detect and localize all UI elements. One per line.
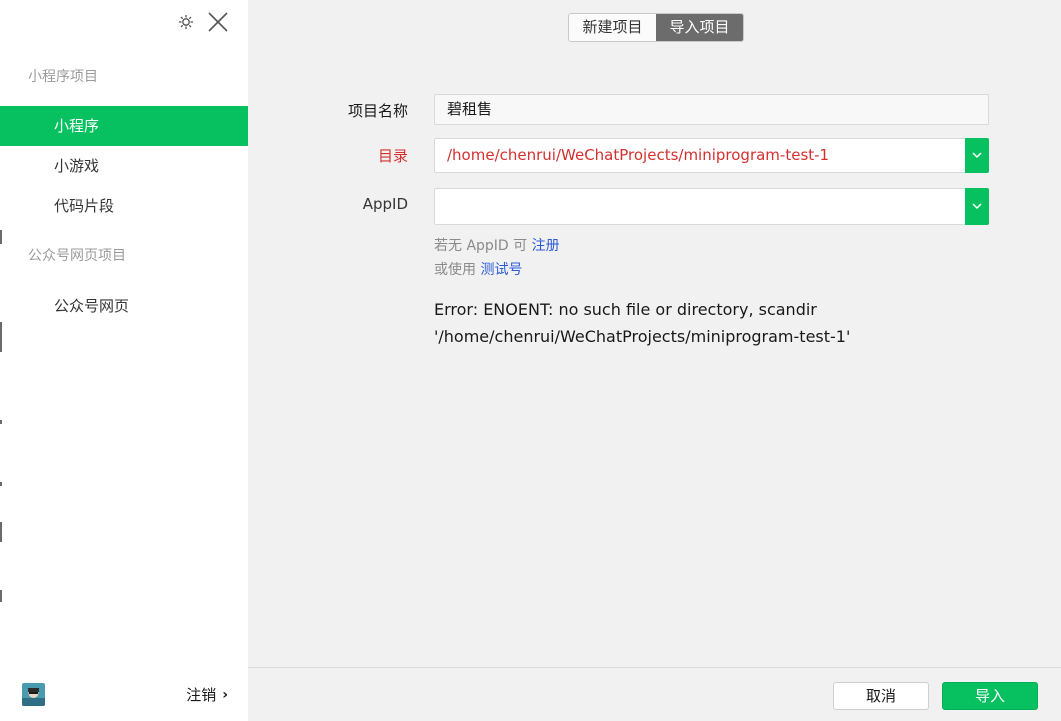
sidebar-item-code-snippet[interactable]: 代码片段 bbox=[0, 186, 248, 226]
logout-button[interactable]: 注销 › bbox=[186, 684, 228, 705]
footer: 取消 导入 bbox=[248, 667, 1061, 721]
chevron-down-icon bbox=[972, 203, 982, 210]
error-line-2: '/home/chenrui/WeChatProjects/miniprogra… bbox=[434, 327, 851, 346]
gear-icon[interactable] bbox=[178, 14, 194, 30]
sidebar: 小程序项目 小程序 小游戏 代码片段 公众号网页项目 公众号网页 注销 › bbox=[0, 0, 248, 721]
close-icon[interactable] bbox=[206, 10, 230, 34]
sidebar-item-official-webpage[interactable]: 公众号网页 bbox=[0, 286, 248, 326]
project-name-value: 碧租售 bbox=[447, 100, 493, 118]
directory-label: 目录 bbox=[377, 147, 408, 165]
sidebar-footer: 注销 › bbox=[0, 667, 248, 721]
error-message: Error: ENOENT: no such file or directory… bbox=[434, 296, 1034, 350]
tab-import-project[interactable]: 导入项目 bbox=[656, 14, 743, 41]
chevron-down-icon bbox=[972, 152, 982, 159]
cancel-button[interactable]: 取消 bbox=[833, 682, 929, 710]
appid-dropdown-button[interactable] bbox=[965, 188, 989, 225]
test-account-link[interactable]: 测试号 bbox=[480, 262, 522, 278]
sidebar-item-miniprogram[interactable]: 小程序 bbox=[0, 106, 248, 146]
directory-dropdown-button[interactable] bbox=[965, 138, 989, 173]
sidebar-item-minigame[interactable]: 小游戏 bbox=[0, 146, 248, 186]
appid-hint-text: 若无 AppID 可 bbox=[434, 238, 528, 254]
directory-value: /home/chenrui/WeChatProjects/miniprogram… bbox=[447, 146, 830, 164]
project-type-tabs: 新建项目 导入项目 bbox=[568, 13, 744, 42]
test-account-hint: 或使用 测试号 bbox=[434, 259, 522, 279]
chevron-right-icon: › bbox=[222, 686, 228, 703]
appid-field[interactable] bbox=[434, 188, 989, 225]
test-account-hint-text: 或使用 bbox=[434, 262, 476, 278]
avatar[interactable] bbox=[22, 683, 45, 706]
project-name-label: 项目名称 bbox=[347, 102, 408, 120]
error-line-1: Error: ENOENT: no such file or directory… bbox=[434, 300, 817, 319]
project-name-field[interactable]: 碧租售 bbox=[434, 94, 989, 125]
appid-hint: 若无 AppID 可 注册 bbox=[434, 235, 560, 255]
appid-label: AppID bbox=[362, 195, 408, 213]
logout-label: 注销 bbox=[186, 686, 217, 704]
register-link[interactable]: 注册 bbox=[532, 238, 560, 254]
tab-new-project[interactable]: 新建项目 bbox=[569, 14, 656, 41]
directory-field[interactable]: /home/chenrui/WeChatProjects/miniprogram… bbox=[434, 138, 989, 173]
section-title-miniprogram: 小程序项目 bbox=[28, 69, 98, 85]
import-button[interactable]: 导入 bbox=[942, 682, 1038, 710]
window-controls bbox=[178, 10, 230, 34]
section-title-webpage: 公众号网页项目 bbox=[28, 248, 126, 264]
